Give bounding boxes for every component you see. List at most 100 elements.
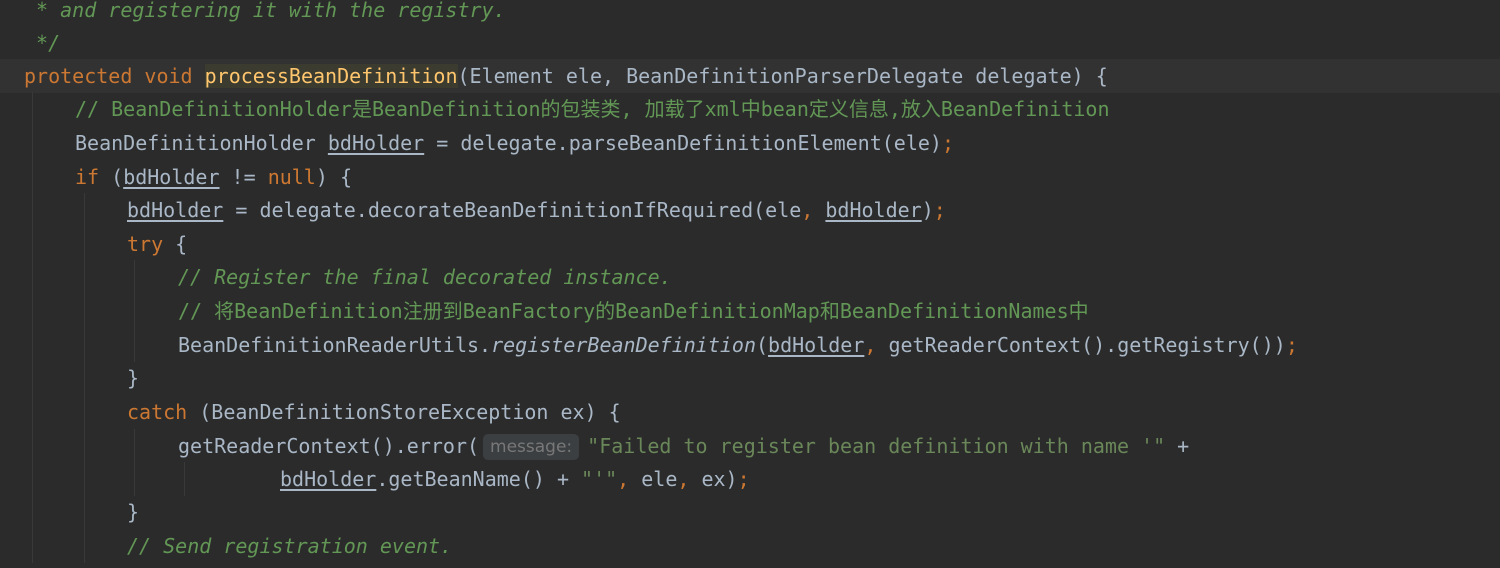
- code-comment: // BeanDefinitionHolder是BeanDefinition的包…: [75, 97, 1110, 121]
- code-line[interactable]: // BeanDefinitionHolder是BeanDefinition的包…: [0, 92, 1500, 126]
- indent-guide: [134, 260, 135, 294]
- code-token: (: [99, 165, 124, 189]
- indent-guide: [84, 294, 85, 328]
- indent-guide: [32, 495, 33, 529]
- code-line-content: getReaderContext().error(message: "Failed…: [178, 429, 1189, 463]
- code-line-content: try {: [127, 227, 187, 261]
- code-line-content: */: [24, 26, 60, 60]
- code-token: getReaderContext().error(: [178, 434, 480, 458]
- code-line[interactable]: * and registering it with the registry.: [0, 0, 1500, 27]
- indent-guide: [32, 429, 33, 463]
- code-line-content: }: [127, 361, 139, 395]
- keyword-token: ;: [933, 198, 946, 222]
- indent-guide: [84, 193, 85, 227]
- code-token: ex): [689, 467, 738, 491]
- code-line-content: catch (BeanDefinitionStoreException ex) …: [127, 395, 621, 429]
- code-token: (BeanDefinitionStoreException ex) {: [187, 400, 621, 424]
- code-token: (Element ele, BeanDefinitionParserDelega…: [457, 64, 1108, 88]
- indent-guide: [84, 495, 85, 529]
- indent-guide: [134, 328, 135, 362]
- code-line[interactable]: try {: [0, 227, 1500, 261]
- variable-token: bdHolder: [825, 198, 922, 222]
- keyword-token: if: [75, 165, 100, 189]
- indent-guide: [134, 429, 135, 463]
- code-editor[interactable]: * and registering it with the registry. …: [0, 0, 1500, 568]
- indent-guide: [84, 227, 85, 261]
- indent-guide: [32, 462, 33, 496]
- code-token: BeanDefinitionReaderUtils.: [178, 333, 492, 357]
- code-line-content: }: [127, 495, 139, 529]
- code-token: !=: [219, 165, 268, 189]
- parameter-hint: message:: [483, 434, 580, 460]
- code-comment: */: [24, 31, 61, 55]
- keyword-token: ,: [864, 333, 877, 357]
- code-line[interactable]: bdHolder.getBeanName() + "'", ele, ex);: [0, 462, 1500, 496]
- code-line-content: BeanDefinitionReaderUtils.registerBeanDe…: [178, 328, 1298, 362]
- code-line-content: protected void processBeanDefinition(Ele…: [24, 59, 1108, 93]
- code-line-content: // Register the final decorated instance…: [178, 260, 672, 294]
- keyword-token: ;: [737, 467, 750, 491]
- code-line-content: bdHolder.getBeanName() + "'", ele, ex);: [280, 462, 750, 496]
- code-line-content: if (bdHolder != null) {: [75, 160, 352, 194]
- code-token: .getBeanName() +: [376, 467, 582, 491]
- keyword-token: ,: [677, 467, 690, 491]
- keyword-token: try: [127, 232, 164, 256]
- keyword-token: ;: [941, 131, 955, 155]
- indent-guide: [32, 361, 33, 395]
- code-comment: // Register the final decorated instance…: [178, 265, 672, 289]
- code-line[interactable]: }: [0, 495, 1500, 529]
- code-line[interactable]: BeanDefinitionHolder bdHolder = delegate…: [0, 126, 1500, 160]
- code-line[interactable]: if (bdHolder != null) {: [0, 160, 1500, 194]
- code-comment: // Send registration event.: [127, 534, 453, 558]
- indent-guide: [184, 462, 185, 496]
- keyword-token: void: [144, 64, 193, 88]
- keyword-token: null: [267, 165, 316, 189]
- code-token: +: [1165, 434, 1190, 458]
- code-line-content: // Send registration event.: [127, 529, 452, 563]
- code-line-content: // BeanDefinitionHolder是BeanDefinition的包…: [75, 92, 1110, 126]
- code-token: }: [127, 366, 140, 390]
- keyword-token: ,: [617, 467, 630, 491]
- code-line[interactable]: // Send registration event.: [0, 529, 1500, 563]
- code-line[interactable]: catch (BeanDefinitionStoreException ex) …: [0, 395, 1500, 429]
- code-comment: // 将BeanDefinition注册到BeanFactory的BeanDef…: [178, 299, 1089, 323]
- indent-guide: [84, 361, 85, 395]
- code-line[interactable]: // Register the final decorated instance…: [0, 260, 1500, 294]
- indent-guide: [84, 529, 85, 563]
- code-line[interactable]: // 将BeanDefinition注册到BeanFactory的BeanDef…: [0, 294, 1500, 328]
- indent-guide: [134, 294, 135, 328]
- code-token: }: [127, 500, 140, 524]
- indent-guide: [32, 227, 33, 261]
- code-token: ele: [629, 467, 678, 491]
- code-line[interactable]: */: [0, 26, 1500, 60]
- indent-guide: [32, 260, 33, 294]
- keyword-token: catch: [127, 400, 188, 424]
- keyword-token: protected: [24, 64, 133, 88]
- indent-guide: [32, 395, 33, 429]
- code-token: ) {: [315, 165, 352, 189]
- indent-guide: [84, 328, 85, 362]
- indent-guide: [134, 462, 135, 496]
- code-token: BeanDefinitionHolder: [75, 131, 328, 155]
- indent-guide: [32, 529, 33, 563]
- code-comment: * and registering it with the registry.: [24, 0, 506, 22]
- code-line[interactable]: getReaderContext().error(message: "Failed…: [0, 429, 1500, 463]
- code-line[interactable]: bdHolder = delegate.decorateBeanDefiniti…: [0, 193, 1500, 227]
- indent-guide: [32, 92, 33, 126]
- code-line[interactable]: BeanDefinitionReaderUtils.registerBeanDe…: [0, 328, 1500, 362]
- code-token: ): [921, 198, 934, 222]
- variable-token: bdHolder: [327, 131, 425, 155]
- code-line-content: bdHolder = delegate.decorateBeanDefiniti…: [127, 193, 946, 227]
- code-line-content: // 将BeanDefinition注册到BeanFactory的BeanDef…: [178, 294, 1089, 328]
- string-literal: "Failed to register bean definition with…: [587, 434, 1166, 458]
- method-name: processBeanDefinition: [204, 64, 458, 88]
- static-method-call: registerBeanDefinition: [491, 333, 756, 357]
- code-line[interactable]: protected void processBeanDefinition(Ele…: [0, 59, 1500, 93]
- variable-token: bdHolder: [280, 467, 377, 491]
- code-token: getReaderContext().getRegistry()): [876, 333, 1286, 357]
- keyword-token: ;: [1285, 333, 1298, 357]
- indent-guide: [84, 462, 85, 496]
- code-line[interactable]: }: [0, 361, 1500, 395]
